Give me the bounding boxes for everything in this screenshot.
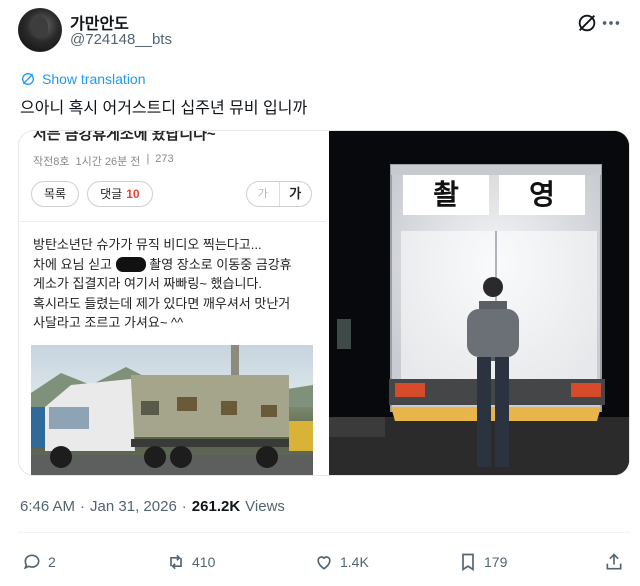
truck-photo — [31, 345, 313, 475]
avatar[interactable] — [18, 8, 62, 52]
more-options-icon[interactable] — [600, 12, 622, 34]
reply-count: 2 — [48, 554, 56, 570]
share-icon — [606, 553, 622, 570]
share-button[interactable] — [604, 552, 624, 572]
post-views: 273 — [155, 153, 174, 165]
post-time-ago: 1시간 26분 전 — [75, 156, 141, 168]
post-meta: 작전8호 1시간 26분 전 | 273 — [33, 153, 174, 168]
font-big: 가 — [289, 186, 302, 201]
media-image-screenshot[interactable]: 저는 금강휴게소에 왔답니다~ 작전8호 1시간 26분 전 | 273 목록 … — [19, 130, 326, 475]
font-small: 가 — [247, 182, 280, 206]
tweet-media[interactable]: 저는 금강휴게소에 왔답니다~ 작전8호 1시간 26분 전 | 273 목록 … — [18, 130, 630, 476]
truck-sign-left: 촬 — [433, 179, 459, 210]
media-image-photo[interactable]: 촬 영 — [329, 131, 629, 475]
translate-icon — [22, 73, 34, 85]
truck-sign-right: 영 — [529, 179, 555, 210]
repost-button[interactable]: 410 — [166, 552, 215, 572]
user-handle[interactable]: @724148__bts — [70, 31, 172, 48]
like-button[interactable]: 1.4K — [314, 552, 369, 572]
tweet-timestamp: 6:46 AM · Jan 31, 2026 · 261.2K Views — [20, 498, 285, 515]
post-body: 방탄소년단 슈가가 뮤직 비디오 찍는다고... 차에 요님 싣고 촬영 장소로… — [33, 237, 292, 330]
repost-icon — [170, 554, 182, 570]
divider — [19, 221, 326, 222]
comments-button: 댓글 10 — [87, 181, 153, 207]
heart-icon — [317, 556, 331, 570]
reply-icon — [23, 554, 40, 570]
views-label: Views — [245, 498, 285, 515]
tweet-header: 가만안도 @724148__bts — [18, 8, 622, 54]
grok-icon[interactable] — [576, 12, 598, 34]
show-translation-link[interactable]: Show translation — [20, 70, 146, 88]
redaction-mark — [115, 256, 146, 272]
show-translation-label: Show translation — [42, 71, 146, 87]
font-size-toggle: 가 가 — [246, 181, 312, 207]
tweet-actions: 2 410 1.4K 179 — [22, 552, 626, 576]
tweet-time[interactable]: 6:46 AM — [20, 498, 75, 515]
bookmark-icon — [462, 553, 474, 572]
like-count: 1.4K — [340, 554, 369, 570]
post-title: 저는 금강휴게소에 왔답니다~ — [33, 130, 216, 143]
views-count: 261.2K — [191, 498, 241, 515]
comment-count: 10 — [126, 187, 140, 201]
tweet-date[interactable]: Jan 31, 2026 — [90, 498, 177, 515]
divider — [18, 532, 630, 533]
list-button: 목록 — [31, 181, 80, 207]
repost-count: 410 — [192, 554, 216, 570]
reply-button[interactable]: 2 — [22, 552, 56, 572]
bookmark-button[interactable]: 179 — [458, 552, 507, 572]
post-category: 작전8호 — [33, 156, 70, 168]
tweet-text: 으아니 혹시 어거스트디 십주년 뮤비 입니까 — [20, 100, 308, 117]
bookmark-count: 179 — [484, 554, 508, 570]
